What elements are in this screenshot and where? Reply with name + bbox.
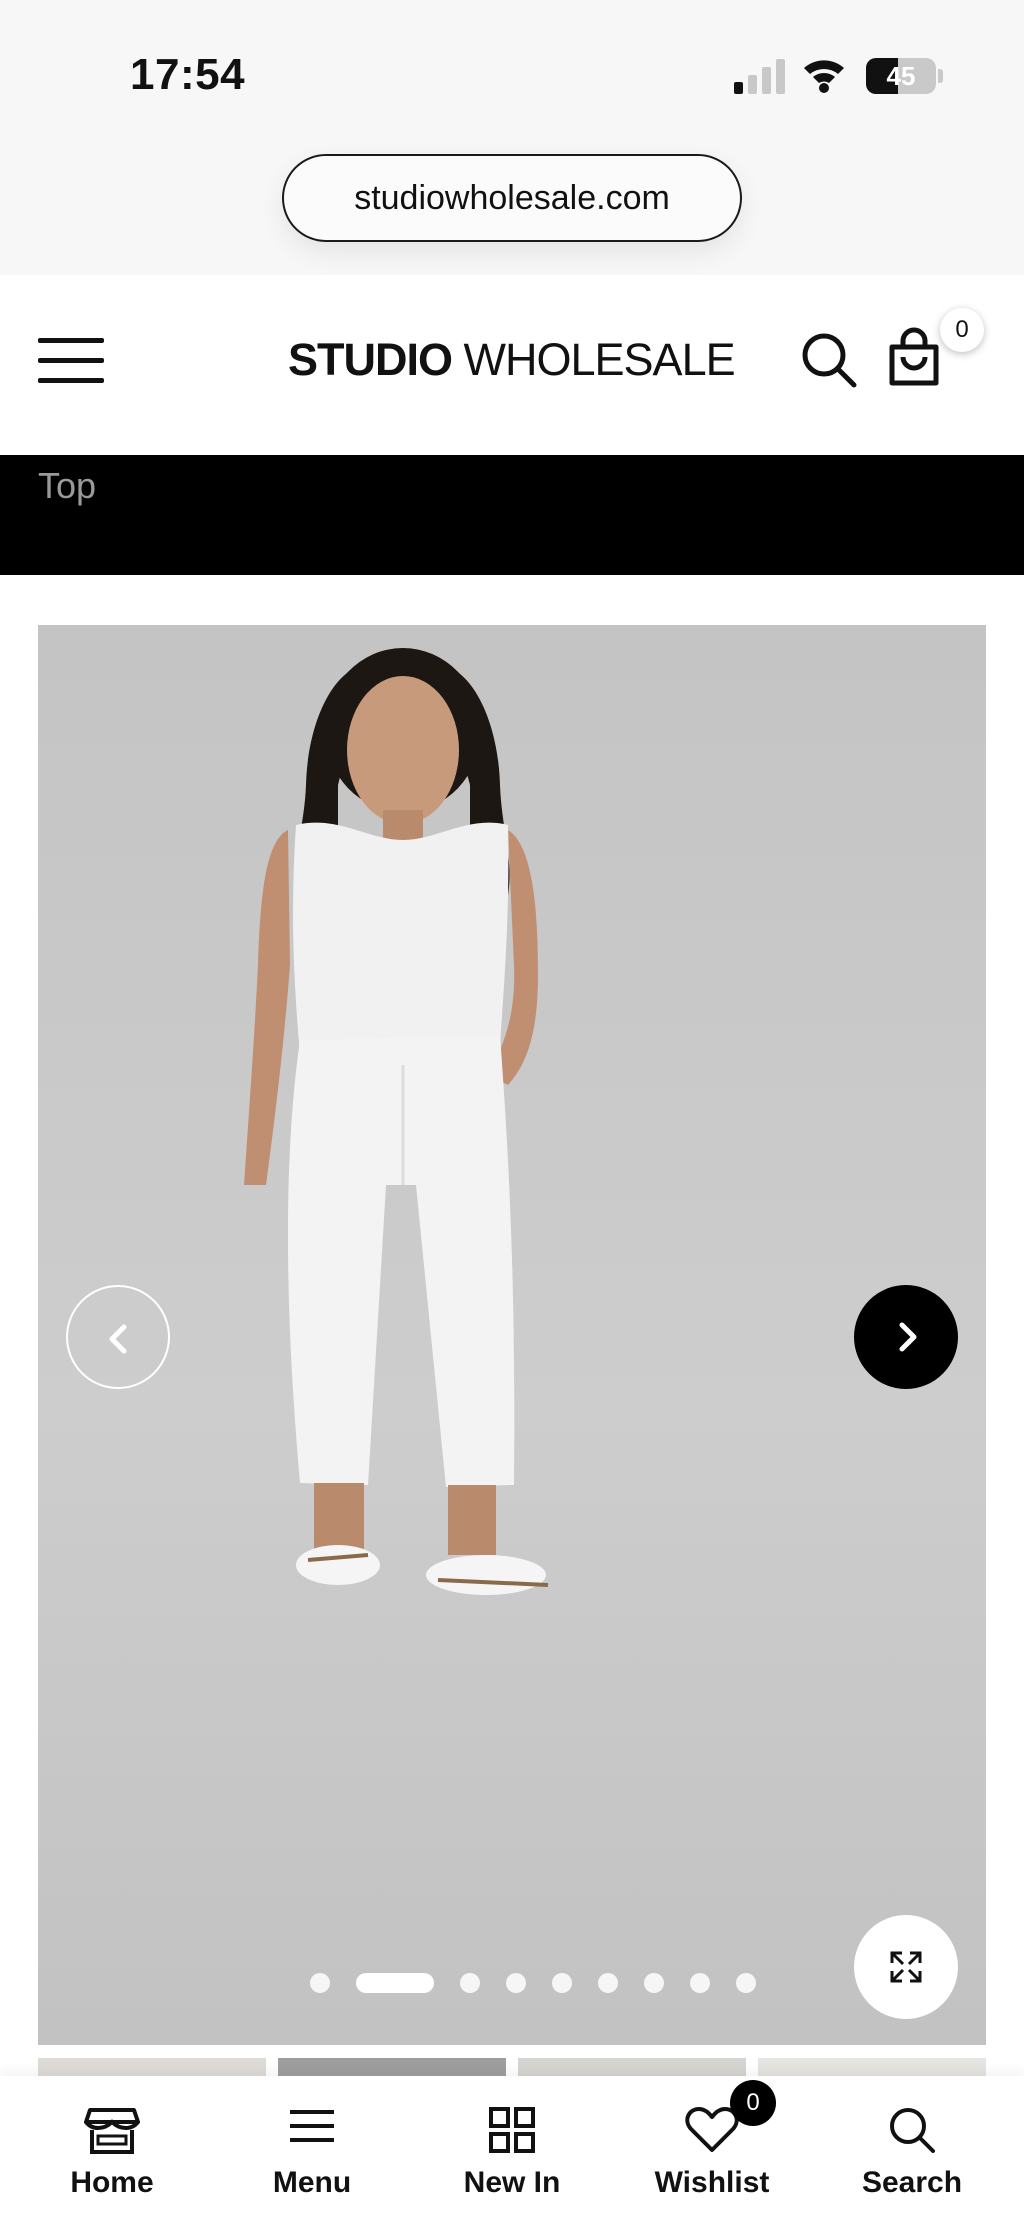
- gallery-pagination: [310, 1971, 756, 1995]
- signal-icon: [734, 58, 786, 94]
- shopping-bag-icon[interactable]: [884, 327, 944, 389]
- status-time: 17:54: [130, 50, 246, 99]
- browser-url-area: studiowholesale.com: [0, 140, 1024, 275]
- search-icon[interactable]: [800, 331, 858, 389]
- wifi-icon: [804, 60, 844, 93]
- pagination-dot[interactable]: [460, 1973, 480, 1993]
- zoom-button[interactable]: [854, 1915, 958, 2019]
- chevron-left-icon: [109, 1324, 127, 1354]
- nav-new-in[interactable]: New In: [432, 2076, 592, 2220]
- nav-label: New In: [463, 2166, 561, 2199]
- nav-menu[interactable]: Menu: [232, 2076, 392, 2220]
- expand-icon: [890, 1951, 922, 1983]
- thumbnail[interactable]: [758, 2058, 986, 2078]
- battery-icon: 45: [866, 58, 936, 94]
- product-photo: [244, 648, 549, 1595]
- storefront-icon: [84, 2108, 140, 2154]
- nav-label: Home: [70, 2166, 154, 2199]
- pagination-dot[interactable]: [736, 1973, 756, 1993]
- battery-tip: [938, 69, 943, 83]
- battery-percent: 45: [886, 61, 916, 91]
- site-header: STUDIO WHOLESALE 0: [0, 275, 1024, 455]
- pagination-dot[interactable]: [506, 1973, 526, 1993]
- thumbnail-strip: [38, 2058, 986, 2078]
- gallery-prev-button[interactable]: [66, 1285, 170, 1389]
- site-logo[interactable]: STUDIO WHOLESALE: [288, 330, 736, 390]
- menu-icon: [290, 2110, 334, 2142]
- pagination-dot[interactable]: [644, 1973, 664, 1993]
- nav-label: Menu: [272, 2166, 352, 2199]
- gallery-next-button[interactable]: [854, 1285, 958, 1389]
- url-bar[interactable]: studiowholesale.com: [282, 154, 742, 242]
- product-image-gallery[interactable]: [38, 625, 986, 2045]
- grid-icon: [489, 2107, 535, 2153]
- thumbnail[interactable]: [38, 2058, 266, 2078]
- breadcrumb-bar: Top: [0, 455, 1024, 575]
- heart-icon: [685, 2107, 739, 2152]
- nav-label: Wishlist: [654, 2166, 770, 2199]
- nav-label: Search: [861, 2166, 963, 2199]
- nav-search[interactable]: Search: [832, 2076, 992, 2220]
- wishlist-count-badge: 0: [730, 2080, 776, 2126]
- nav-home[interactable]: Home: [32, 2076, 192, 2220]
- breadcrumb[interactable]: Top: [38, 465, 96, 507]
- hamburger-menu-icon[interactable]: [38, 338, 104, 384]
- logo-light-text: WHOLESALE: [463, 334, 736, 385]
- status-bar: 17:54 45: [0, 0, 1024, 140]
- pagination-dot[interactable]: [310, 1973, 330, 1993]
- search-icon: [890, 2108, 935, 2153]
- logo-bold-text: STUDIO: [288, 334, 453, 385]
- pagination-dot[interactable]: [598, 1973, 618, 1993]
- chevron-right-icon: [899, 1322, 917, 1352]
- pagination-dot[interactable]: [690, 1973, 710, 1993]
- pagination-dot[interactable]: [552, 1973, 572, 1993]
- cart-count-badge: 0: [940, 308, 984, 352]
- pagination-dot-active[interactable]: [356, 1973, 434, 1993]
- thumbnail[interactable]: [518, 2058, 746, 2078]
- thumbnail[interactable]: [278, 2058, 506, 2078]
- bottom-navigation: Home Menu New In Wishlist Search: [0, 2076, 1024, 2220]
